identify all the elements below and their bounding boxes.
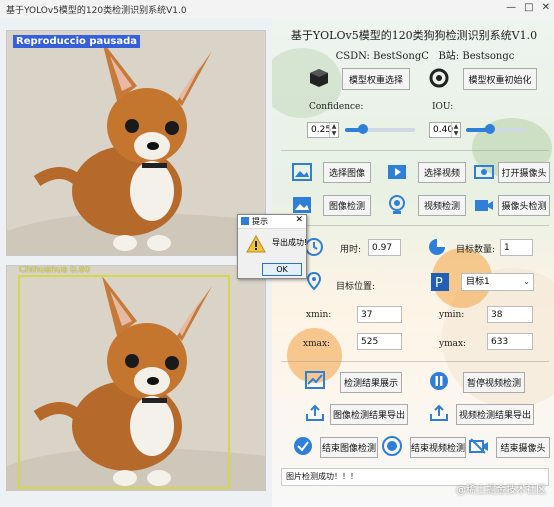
dialog-title: 提示 bbox=[252, 217, 268, 226]
time-label: 用时: bbox=[340, 245, 362, 255]
bilibili-value: Bestsongc bbox=[462, 51, 515, 62]
control-panel bbox=[272, 18, 554, 507]
dog-photo-detected bbox=[7, 266, 265, 490]
target-select-value: 目标1 bbox=[466, 277, 490, 287]
csdn-label: CSDN: bbox=[335, 51, 370, 62]
camera-detect-button[interactable]: 摄像头检测 bbox=[498, 195, 550, 216]
end-image-button[interactable]: 结束图像检测 bbox=[320, 437, 378, 458]
pie-chart-icon bbox=[427, 237, 447, 257]
video-detect-button[interactable]: 视频检测 bbox=[418, 195, 466, 216]
location-pin-icon bbox=[306, 272, 322, 290]
csdn-value: BestSongC bbox=[373, 51, 429, 62]
count-field: 1 bbox=[500, 239, 533, 256]
divider bbox=[281, 361, 549, 362]
target-select[interactable]: 目标1 ⌄ bbox=[461, 273, 534, 291]
ymin-label: ymin: bbox=[439, 310, 465, 320]
ymin-field: 38 bbox=[487, 306, 533, 323]
show-results-button[interactable]: 检测结果展示 bbox=[340, 372, 402, 393]
camera-open-icon bbox=[473, 162, 495, 182]
iou-label: IOU: bbox=[432, 102, 454, 112]
pause-video-button[interactable]: 暂停视频检测 bbox=[463, 372, 525, 393]
export-image-icon bbox=[304, 403, 326, 423]
image-detect-icon bbox=[291, 195, 313, 215]
original-image: Reproduccio pausada bbox=[6, 30, 266, 256]
playback-status-label: Reproduccio pausada bbox=[13, 35, 140, 48]
stop-icon bbox=[381, 435, 403, 457]
spin-arrows-icon[interactable]: ▲ ▼ bbox=[329, 123, 338, 137]
position-label: 目标位置: bbox=[336, 282, 376, 292]
app-icon bbox=[241, 217, 249, 225]
dog-photo-original bbox=[7, 31, 265, 255]
cube-icon bbox=[308, 67, 330, 89]
dialog-titlebar: 提示 ✕ bbox=[238, 215, 306, 229]
image-icon bbox=[291, 162, 313, 182]
iou-slider[interactable] bbox=[466, 124, 526, 134]
count-label: 目标数量: bbox=[456, 245, 496, 255]
select-video-button[interactable]: 选择视频 bbox=[418, 162, 466, 183]
dialog-close-button[interactable]: ✕ bbox=[295, 215, 303, 225]
iou-spinbox[interactable]: 0.40 ▲ ▼ bbox=[429, 122, 461, 138]
confidence-slider-knob[interactable] bbox=[357, 124, 368, 134]
line-chart-icon bbox=[304, 371, 326, 389]
export-video-button[interactable]: 视频检测结果导出 bbox=[456, 404, 534, 425]
confidence-slider[interactable] bbox=[345, 124, 415, 134]
chevron-down-icon[interactable]: ⌄ bbox=[523, 274, 530, 290]
model-select-button[interactable]: 模型权重选择 bbox=[342, 68, 410, 90]
detected-image: Chihuahua 0.80 bbox=[6, 265, 266, 491]
end-video-button[interactable]: 结束视频检测 bbox=[410, 437, 466, 458]
dialog-message: 导出成功! bbox=[272, 238, 308, 247]
image-panel: Reproduccio pausada Chihuahua 0.80 bbox=[0, 18, 272, 507]
detection-label: Chihuahua 0.80 bbox=[19, 265, 91, 275]
image-detect-button[interactable]: 图像检测 bbox=[323, 195, 371, 216]
model-init-button[interactable]: 模型权重初始化 bbox=[463, 68, 537, 90]
svg-text:P: P bbox=[435, 276, 443, 291]
select-image-button[interactable]: 选择图像 bbox=[323, 162, 371, 183]
window-titlebar: 基于YOLOv5模型的120类检测识别系统V1.0 — □ ✕ bbox=[0, 0, 554, 19]
maximize-button[interactable]: □ bbox=[524, 2, 533, 13]
window-controls: — □ ✕ bbox=[506, 2, 550, 13]
video-icon bbox=[386, 162, 408, 182]
divider bbox=[281, 150, 549, 151]
camera-off-icon bbox=[468, 435, 490, 457]
webcam-icon bbox=[386, 195, 408, 215]
divider bbox=[281, 225, 549, 226]
check-circle-icon bbox=[292, 435, 314, 457]
camera-icon bbox=[473, 195, 495, 215]
message-dialog: 提示 ✕ 导出成功! OK bbox=[237, 214, 307, 279]
ymax-label: ymax: bbox=[439, 339, 467, 349]
window-title: 基于YOLOv5模型的120类检测识别系统V1.0 bbox=[6, 6, 187, 16]
confidence-label: Confidence: bbox=[309, 102, 364, 112]
confidence-spinbox[interactable]: 0.25 ▲ ▼ bbox=[307, 122, 339, 138]
app-title: 基于YOLOv5模型的120类狗狗检测识别系统V1.0 bbox=[290, 29, 538, 42]
export-video-icon bbox=[428, 403, 450, 423]
close-button[interactable]: ✕ bbox=[542, 2, 550, 13]
watermark: @稀土掘金技术社区 bbox=[456, 485, 546, 496]
xmax-label: xmax: bbox=[303, 339, 331, 349]
time-field: 0.97 bbox=[368, 239, 401, 256]
pause-icon bbox=[428, 370, 450, 392]
iou-slider-knob[interactable] bbox=[485, 124, 495, 134]
minimize-button[interactable]: — bbox=[506, 2, 516, 13]
xmin-field: 37 bbox=[357, 306, 402, 323]
spin-arrows-icon[interactable]: ▲ ▼ bbox=[451, 123, 460, 137]
dialog-ok-button[interactable]: OK bbox=[262, 263, 302, 276]
target-p-icon: P bbox=[429, 272, 451, 292]
xmin-label: xmin: bbox=[306, 310, 332, 320]
xmax-field: 525 bbox=[357, 333, 402, 350]
export-image-button[interactable]: 图像检测结果导出 bbox=[330, 404, 408, 425]
end-camera-button[interactable]: 结束摄像头 bbox=[496, 437, 550, 458]
gear-icon bbox=[428, 67, 450, 89]
warning-icon bbox=[246, 234, 266, 257]
open-camera-button[interactable]: 打开摄像头 bbox=[498, 162, 550, 183]
bilibili-label: B站: bbox=[438, 51, 460, 62]
ymax-field: 633 bbox=[487, 333, 533, 350]
author-info: CSDN: BestSongC B站: Bestsongc bbox=[310, 47, 540, 62]
